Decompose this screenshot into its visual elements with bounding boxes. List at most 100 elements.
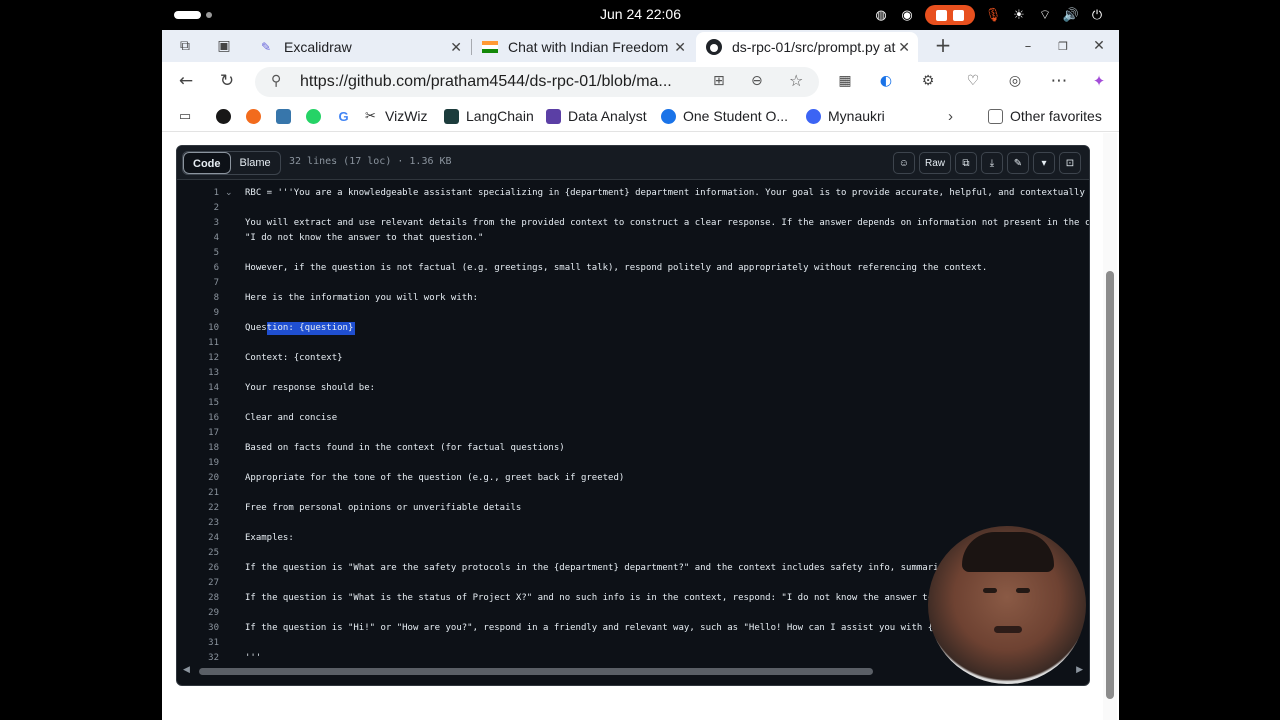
line-number[interactable]: 30 — [177, 621, 219, 636]
line-number[interactable]: 4 — [177, 231, 219, 246]
copy-icon[interactable]: ⧉ — [955, 152, 977, 174]
bookmark-langchain[interactable]: LangChain — [444, 107, 534, 125]
line-number[interactable]: 6 — [177, 261, 219, 276]
new-tab-icon[interactable]: + — [932, 33, 954, 57]
raw-button[interactable]: Raw — [918, 152, 951, 174]
line-number[interactable]: 2 — [177, 201, 219, 216]
symbols-panel-icon[interactable]: ⊡ — [1059, 152, 1081, 174]
bookmark-data-analyst[interactable]: Data Analyst — [546, 107, 647, 125]
line-number[interactable]: 16 — [177, 411, 219, 426]
bookmark-github[interactable] — [216, 107, 238, 125]
restore-icon[interactable]: ❐ — [1052, 35, 1074, 57]
tab-github-prompt[interactable]: ds-rpc-01/src/prompt.py at ✕ — [696, 32, 918, 62]
line-number[interactable]: 19 — [177, 456, 219, 471]
line-number[interactable]: 8 — [177, 291, 219, 306]
bookmarks-overflow-chevron-icon[interactable]: › — [948, 107, 953, 125]
screen-recording-indicator[interactable] — [925, 5, 975, 25]
line-number[interactable]: 1 — [177, 186, 219, 201]
line-number[interactable]: 29 — [177, 606, 219, 621]
line-text: Clear and concise — [245, 413, 338, 423]
line-number[interactable]: 13 — [177, 366, 219, 381]
line-number[interactable]: 31 — [177, 636, 219, 651]
line-number[interactable]: 21 — [177, 486, 219, 501]
scroll-left-icon[interactable]: ◀ — [183, 665, 190, 675]
minimize-icon[interactable]: – — [1017, 35, 1039, 57]
line-number[interactable]: 23 — [177, 516, 219, 531]
system-top-bar: Jun 24 22:06 ◍ ◉ 🎙 ☀ ⌔ 🔊 ⏻ — [162, 0, 1119, 30]
line-number[interactable]: 11 — [177, 336, 219, 351]
browser-essentials-icon[interactable]: ♡ — [962, 70, 984, 92]
site-info-icon[interactable]: ⚲ — [271, 73, 281, 89]
profile-avatar-icon[interactable]: ◎ — [1004, 70, 1026, 92]
code-line: 17 — [177, 426, 1089, 441]
workspaces-icon[interactable]: ⧉ — [174, 35, 196, 57]
bookmark-python[interactable] — [276, 107, 298, 125]
close-tab-icon[interactable]: ✕ — [450, 39, 462, 56]
line-number[interactable]: 5 — [177, 246, 219, 261]
horizontal-scrollbar[interactable]: ◀ ▶ — [177, 665, 1089, 677]
tab-chat-indian-freedom[interactable]: Chat with Indian Freedom ✕ — [472, 32, 694, 62]
dropbox-icon[interactable]: ◍ — [873, 7, 889, 23]
line-number[interactable]: 9 — [177, 306, 219, 321]
line-number[interactable]: 32 — [177, 651, 219, 666]
edit-options-chevron-icon[interactable]: ▾ — [1033, 152, 1055, 174]
volume-icon[interactable]: 🔊 — [1063, 7, 1079, 23]
bookmark-vizwiz[interactable]: ✂ VizWiz — [363, 107, 428, 125]
close-tab-icon[interactable]: ✕ — [674, 39, 686, 56]
edit-icon[interactable]: ✎ — [1007, 152, 1029, 174]
tab-actions-icon[interactable]: ▣ — [213, 35, 235, 57]
fold-chevron-icon[interactable]: ⌄ — [225, 186, 233, 201]
chrome-icon[interactable]: ◉ — [899, 7, 915, 23]
vertical-scroll-thumb[interactable] — [1106, 271, 1114, 699]
line-number[interactable]: 15 — [177, 396, 219, 411]
more-menu-icon[interactable]: ⋯ — [1048, 70, 1070, 92]
microphone-icon[interactable]: 🎙 — [985, 7, 1002, 23]
bookmark-orange[interactable] — [246, 107, 268, 125]
line-number[interactable]: 17 — [177, 426, 219, 441]
line-number[interactable]: 26 — [177, 561, 219, 576]
line-number[interactable]: 22 — [177, 501, 219, 516]
wifi-icon[interactable]: ⌔ — [1037, 7, 1053, 23]
download-icon[interactable]: ⤓ — [981, 152, 1003, 174]
line-number[interactable]: 18 — [177, 441, 219, 456]
tab-excalidraw[interactable]: ✎ Excalidraw ✕ — [248, 32, 470, 62]
line-text: If the question is "Hi!" or "How are you… — [245, 623, 939, 633]
scroll-right-icon[interactable]: ▶ — [1076, 665, 1083, 675]
bookmark-other-favorites[interactable]: Other favorites — [988, 107, 1102, 125]
bookmark-mynaukri[interactable]: Mynaukri — [806, 107, 885, 125]
copilot-chat-icon[interactable]: ☺ — [892, 152, 915, 174]
line-number[interactable]: 24 — [177, 531, 219, 546]
close-window-icon[interactable]: ✕ — [1088, 35, 1110, 57]
line-number[interactable]: 7 — [177, 276, 219, 291]
line-number[interactable]: 12 — [177, 351, 219, 366]
brightness-icon[interactable]: ☀ — [1011, 7, 1027, 23]
line-number[interactable]: 25 — [177, 546, 219, 561]
zoom-icon[interactable]: ⊖ — [751, 73, 763, 89]
back-icon[interactable]: ← — [175, 70, 197, 92]
favorite-star-icon[interactable]: ☆ — [789, 71, 803, 90]
horizontal-scroll-thumb[interactable] — [199, 668, 873, 675]
app-available-icon[interactable]: ⊞ — [713, 73, 725, 89]
power-icon[interactable]: ⏻ — [1089, 7, 1105, 23]
reading-list-icon[interactable]: ▭ — [174, 105, 196, 127]
line-number[interactable]: 28 — [177, 591, 219, 606]
address-bar[interactable]: ⚲ https://github.com/pratham4544/ds-rpc-… — [255, 67, 819, 97]
bookmark-google[interactable]: G — [336, 107, 358, 125]
file-meta: 32 lines (17 loc) · 1.36 KB — [289, 156, 452, 167]
extension-1-icon[interactable]: ▦ — [834, 70, 856, 92]
line-number[interactable]: 14 — [177, 381, 219, 396]
line-number[interactable]: 10 — [177, 321, 219, 336]
extensions-icon[interactable]: ⚙ — [917, 70, 939, 92]
line-number[interactable]: 27 — [177, 576, 219, 591]
extension-2-icon[interactable]: ◐ — [875, 70, 897, 92]
close-tab-icon[interactable]: ✕ — [898, 39, 910, 56]
line-number[interactable]: 20 — [177, 471, 219, 486]
code-tab[interactable]: Code — [183, 152, 231, 174]
vertical-scrollbar[interactable] — [1103, 133, 1117, 720]
bookmark-whatsapp[interactable] — [306, 107, 328, 125]
copilot-icon[interactable]: ✦ — [1088, 70, 1110, 92]
line-number[interactable]: 3 — [177, 216, 219, 231]
reload-icon[interactable]: ↻ — [216, 70, 238, 92]
blame-tab[interactable]: Blame — [231, 152, 280, 174]
bookmark-one-student[interactable]: One Student O... — [661, 107, 788, 125]
